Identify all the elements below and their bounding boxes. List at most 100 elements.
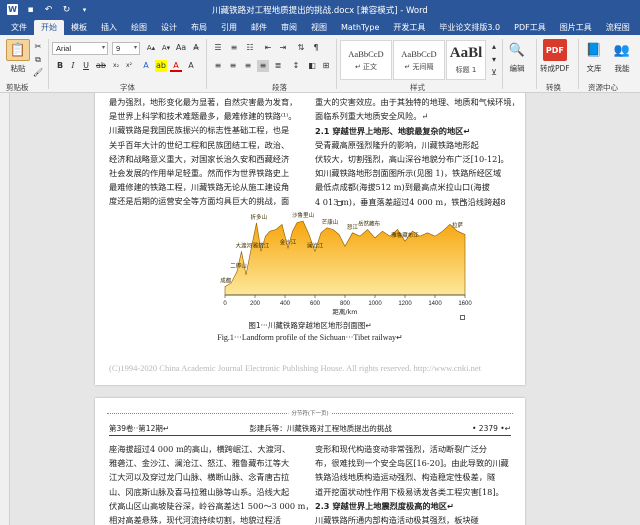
borders-icon[interactable]: ⊞ xyxy=(320,60,332,72)
text-effects-icon[interactable]: A xyxy=(140,60,152,72)
search-assistant-button[interactable]: 👥 我能 xyxy=(610,39,634,74)
station-label: 雅鲁藏布江 xyxy=(391,231,419,239)
numbering-icon[interactable]: ≡ xyxy=(228,42,240,54)
shrink-font-icon[interactable]: A▾ xyxy=(160,42,172,54)
tab-12[interactable]: 开发工具 xyxy=(386,20,432,35)
quick-access-toolbar: W ▪ ↶ ↻ ▾ xyxy=(0,4,90,15)
subscript-icon[interactable]: x₂ xyxy=(110,60,122,72)
font-size-combo[interactable]: 9 ▾ xyxy=(112,42,140,55)
ribbon: 📋 粘贴 ✂ ⧉ 🖌 剪贴板 Arial ▾ 9 ▾ A▴ A▾ Aa A̶ B I… xyxy=(0,35,640,93)
multilevel-list-icon[interactable]: ☷ xyxy=(244,42,256,54)
italic-icon[interactable]: I xyxy=(67,60,79,72)
format-painter-icon[interactable]: 🖌 xyxy=(32,67,44,79)
show-marks-icon[interactable]: ¶ xyxy=(310,42,322,54)
x-tick-label: 1400 xyxy=(428,301,442,307)
save-icon[interactable]: ▪ xyxy=(25,4,36,15)
grow-font-icon[interactable]: A▴ xyxy=(145,42,157,54)
tab-10[interactable]: 视图 xyxy=(304,20,334,35)
text-line: 座海拔超过4 000 m的高山，横跨岷江、大渡河、 xyxy=(109,444,291,454)
align-left-icon[interactable]: ≡ xyxy=(212,60,224,72)
running-header[interactable]: 第39卷··第12期↵ 彭建兵等：川藏铁路对工程地质提出的挑战 • 2379 •… xyxy=(109,422,511,436)
word-logo-icon: W xyxy=(7,4,18,15)
clear-format-icon[interactable]: A̶ xyxy=(190,42,202,54)
styles-scroll-up-icon[interactable]: ▴ xyxy=(488,41,500,53)
convert-to-pdf-button[interactable]: PDF 转成PDF xyxy=(540,39,570,74)
text-line: 伏高山区山高坡陡谷深，岭谷高差达1 500～3 000 m， xyxy=(109,500,309,511)
tab-14[interactable]: PDF工具 xyxy=(507,20,553,35)
text-column-right[interactable]: 发，且具有新构造运动强烈、地震活动强烈、山地灾害重大的灾害效应。由于其独特的地理… xyxy=(315,93,520,209)
customize-quick-access-icon[interactable]: ▾ xyxy=(79,4,90,15)
tab-3[interactable]: 插入 xyxy=(94,20,124,35)
tab-6[interactable]: 布局 xyxy=(184,20,214,35)
cut-icon[interactable]: ✂ xyxy=(32,41,44,53)
superscript-icon[interactable]: x² xyxy=(123,60,135,72)
x-tick-label: 1200 xyxy=(398,301,412,307)
header-volume: 第39卷··第12期↵ xyxy=(109,424,170,433)
bullets-icon[interactable]: ☰ xyxy=(212,42,224,54)
strikethrough-icon[interactable]: ab xyxy=(95,60,107,72)
text-line: 最难修建的铁路工程，川藏铁路无论从施工建设角 xyxy=(109,182,290,193)
tab-7[interactable]: 引用 xyxy=(214,20,244,35)
assistant-icon: 👥 xyxy=(613,42,631,58)
style-no-spacing[interactable]: AaBbCcD ↵ 无间隔 xyxy=(393,40,445,80)
text-column-right[interactable]: 变形和现代构造变动非常强烈，活动断裂广泛分 布，很难找到一个安全岛区[16-20]… xyxy=(315,442,520,525)
find-replace-icon: 🔍 xyxy=(508,42,526,58)
tab-13[interactable]: 毕业论文排版3.0 xyxy=(432,20,507,35)
distributed-icon[interactable]: ≣ xyxy=(272,60,284,72)
styles-more-icon[interactable]: ⊻ xyxy=(488,67,500,79)
document-page[interactable]: 最为强烈，地形变化最为显著，自然灾害最为发育， 是世界上科学和技术难题最多，最难修… xyxy=(95,93,525,385)
highlight-icon[interactable]: ab xyxy=(155,60,167,72)
image-resize-handle[interactable] xyxy=(337,201,342,206)
undo-icon[interactable]: ↶ xyxy=(43,4,54,15)
font-color-icon[interactable]: A xyxy=(170,60,182,72)
char-shading-icon[interactable]: A xyxy=(185,60,197,72)
paragraph-group-label: 段落 xyxy=(272,83,287,92)
convert-group-label: 转换 xyxy=(546,83,561,92)
line-spacing-icon[interactable]: ↕ xyxy=(290,60,302,72)
paste-button[interactable]: 📋 粘贴 xyxy=(6,39,30,74)
sort-icon[interactable]: ⇅ xyxy=(295,42,307,54)
tab-8[interactable]: 邮件 xyxy=(244,20,274,35)
edit-button[interactable]: 🔍 编辑 xyxy=(505,39,529,74)
tab-5[interactable]: 设计 xyxy=(154,20,184,35)
text-line: 是世界上科学和技术难题最多，最难修建的铁路⁽¹⁾。 xyxy=(109,111,297,122)
align-right-icon[interactable]: ≡ xyxy=(242,60,254,72)
library-button[interactable]: 📘 文库 xyxy=(582,39,606,74)
document-canvas[interactable]: 最为强烈，地形变化最为显著，自然灾害最为发育， 是世界上科学和技术难题最多，最难修… xyxy=(0,93,640,525)
align-center-icon[interactable]: ≡ xyxy=(227,60,239,72)
text-column-left[interactable]: 最为强烈，地形变化最为显著，自然灾害最为发育， 是世界上科学和技术难题最多，最难修… xyxy=(109,95,309,209)
group-separator xyxy=(336,39,337,89)
shading-icon[interactable]: ◧ xyxy=(306,60,318,72)
tab-9[interactable]: 审阅 xyxy=(274,20,304,35)
tab-0[interactable]: 文件 xyxy=(4,20,34,35)
decrease-indent-icon[interactable]: ⇤ xyxy=(262,42,274,54)
document-page-2[interactable]: 分节符(下一页) 第39卷··第12期↵ 彭建兵等：川藏铁路对工程地质提出的挑战… xyxy=(95,398,525,525)
tab-11[interactable]: MathType xyxy=(334,20,386,35)
style-heading-1[interactable]: AaBl 标题 1 xyxy=(446,40,486,80)
tab-1[interactable]: 开始 xyxy=(34,20,64,35)
underline-icon[interactable]: U xyxy=(80,60,92,72)
library-icon: 📘 xyxy=(585,42,603,58)
terrain-profile-chart[interactable]: 0 200 400 600 800 1000 1200 1400 1600 距离/km 成都 大渡河二… xyxy=(203,205,473,320)
copy-icon[interactable]: ⧉ xyxy=(32,54,44,66)
justify-icon[interactable]: ≡ xyxy=(257,60,269,72)
text-column-left[interactable]: 座海拔超过4 000 m的高山，横跨岷江、大渡河、 雅砻江、金沙江、澜沧江、怒江、… xyxy=(109,442,309,525)
vertical-ruler xyxy=(0,93,10,525)
redo-icon[interactable]: ↻ xyxy=(61,4,72,15)
style-normal[interactable]: AaBbCcD ↵ 正文 xyxy=(340,40,392,80)
bold-icon[interactable]: B xyxy=(54,60,66,72)
image-resize-handle[interactable] xyxy=(460,201,465,206)
styles-group-label: 样式 xyxy=(410,83,425,92)
change-case-icon[interactable]: Aa xyxy=(175,42,187,54)
styles-scroll-down-icon[interactable]: ▾ xyxy=(488,54,500,66)
x-tick-label: 800 xyxy=(340,301,351,307)
tab-15[interactable]: 图片工具 xyxy=(553,20,599,35)
tab-16[interactable]: 流程图 xyxy=(599,20,637,35)
increase-indent-icon[interactable]: ⇥ xyxy=(277,42,289,54)
tab-4[interactable]: 绘图 xyxy=(124,20,154,35)
font-name-combo[interactable]: Arial ▾ xyxy=(52,42,108,55)
clipboard-group-label: 剪贴板 xyxy=(6,83,29,92)
chevron-down-icon: ▾ xyxy=(133,45,137,51)
tab-2[interactable]: 模板 xyxy=(64,20,94,35)
station-label: 芒康山 xyxy=(322,218,339,226)
